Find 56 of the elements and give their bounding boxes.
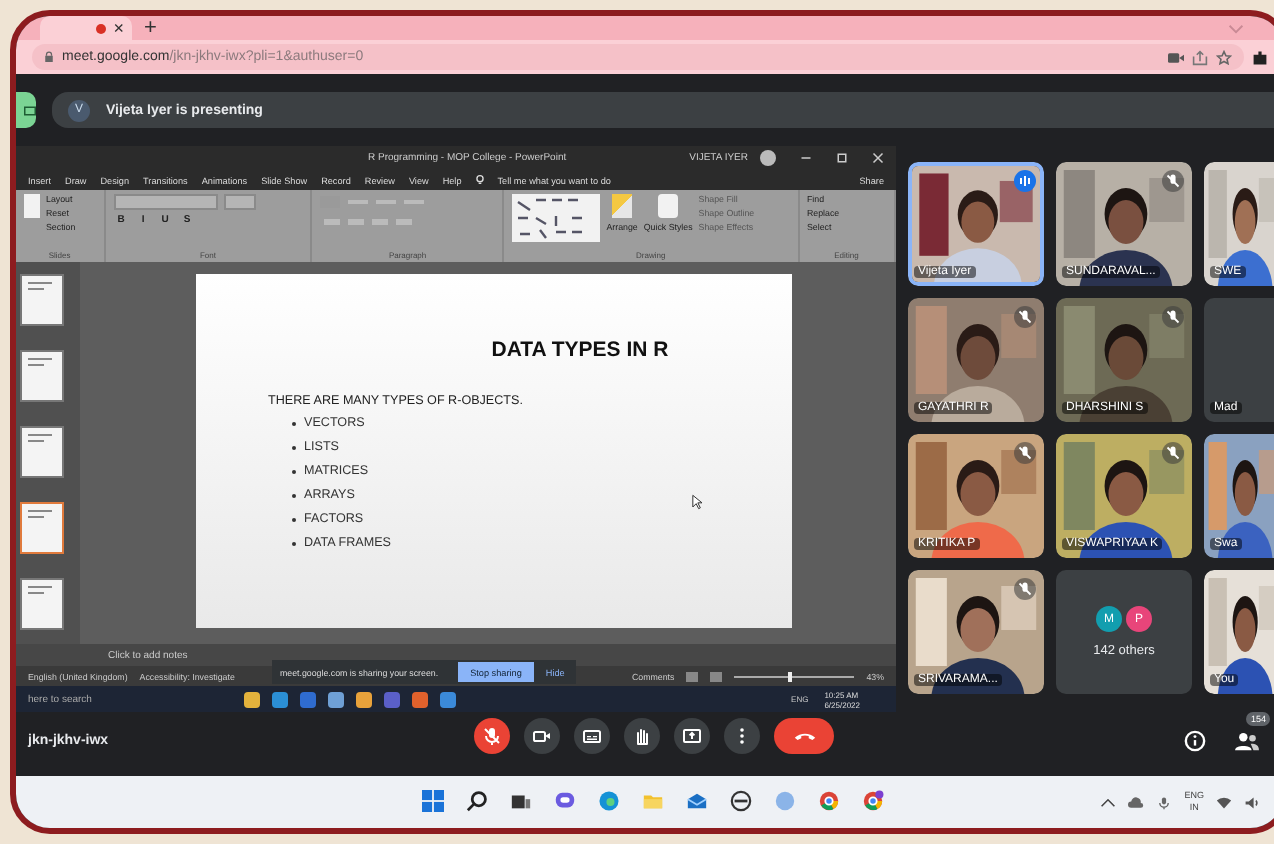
star-icon[interactable] (1216, 49, 1232, 65)
lightbulb-icon (475, 174, 484, 186)
browser-icon[interactable] (598, 790, 620, 812)
info-icon[interactable] (1184, 729, 1206, 751)
mic-button[interactable] (474, 718, 510, 754)
font-size-field[interactable] (223, 194, 256, 210)
user-avatar (760, 150, 776, 166)
font-field[interactable] (113, 194, 218, 210)
chevron-up-icon[interactable] (1100, 795, 1117, 809)
camera-button[interactable] (524, 718, 560, 754)
speaker-icon[interactable] (1244, 795, 1260, 809)
search-icon[interactable] (466, 790, 488, 812)
lock-icon (44, 50, 54, 64)
chrome-icon[interactable] (818, 790, 840, 812)
minimize-icon[interactable] (800, 152, 812, 164)
restore-icon[interactable] (836, 152, 848, 164)
close-tab-button[interactable]: × (113, 18, 124, 38)
captions-icon (582, 726, 602, 746)
cloud-icon[interactable] (1128, 795, 1145, 809)
hand-button[interactable] (624, 718, 660, 754)
close-icon[interactable] (872, 152, 884, 164)
logo-icon[interactable] (730, 790, 752, 812)
mic-off-icon (482, 726, 502, 746)
recording-icon (95, 23, 106, 33)
present-screen-icon (682, 726, 702, 746)
slide-thumbnail[interactable] (20, 350, 64, 402)
quick-styles-icon (658, 194, 679, 218)
puzzle-icon[interactable] (1252, 49, 1268, 65)
shapes-gallery-icon[interactable] (512, 194, 601, 242)
slide-thumbnail[interactable] (20, 426, 64, 478)
slide-thumbnail[interactable] (20, 502, 64, 554)
start-icon[interactable] (422, 790, 444, 812)
leave-call-button[interactable] (774, 718, 834, 754)
slide-thumbnail[interactable] (20, 274, 64, 326)
mic-icon[interactable] (1156, 795, 1173, 809)
present-button[interactable] (674, 718, 710, 754)
window-icon (24, 105, 36, 115)
camera-icon (532, 726, 552, 746)
chat-icon[interactable] (554, 790, 576, 812)
pointer-icon (692, 494, 702, 510)
slide-title: DATA TYPES IN R (491, 338, 669, 362)
new-tab-button[interactable]: + (144, 18, 157, 38)
hand-icon (632, 726, 652, 746)
layout-button[interactable] (16, 92, 36, 128)
share-icon[interactable] (1192, 49, 1208, 65)
captions-button[interactable] (574, 718, 610, 754)
slide-thumbnail[interactable] (20, 578, 64, 630)
task-view-icon[interactable] (510, 790, 532, 812)
chrome-icon[interactable] (862, 790, 884, 812)
arrange-icon (612, 194, 633, 218)
camera-icon[interactable] (1168, 49, 1184, 65)
more-button[interactable] (724, 718, 760, 754)
browser-tab[interactable]: × (40, 16, 132, 40)
wifi-icon[interactable] (1216, 795, 1232, 809)
mail-icon[interactable] (686, 790, 708, 812)
people-icon[interactable] (1234, 729, 1260, 751)
